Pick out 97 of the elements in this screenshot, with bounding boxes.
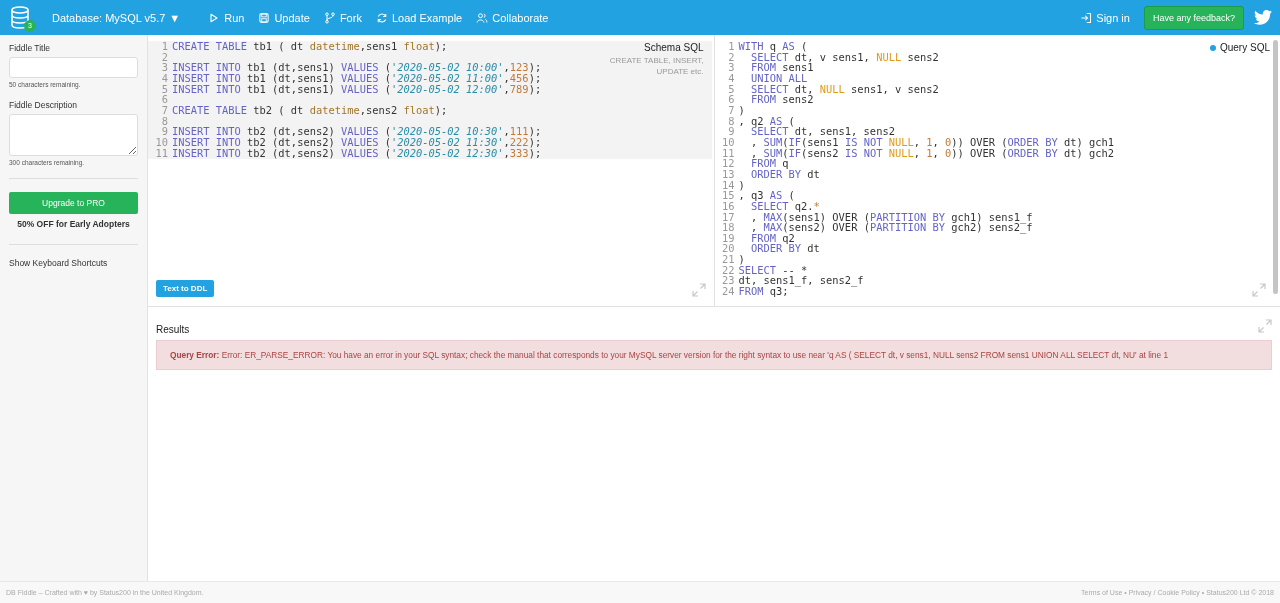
run-button[interactable]: Run (208, 11, 245, 24)
code-line: CREATE TABLE tb2 ( dt datetime,sens2 float); (172, 104, 448, 116)
line-number: 1 (160, 41, 169, 52)
code-line: INSERT INTO tb1 (dt,sens1) VALUES ('2020-05-02 10:00',123); (172, 62, 542, 73)
line-number: 13 (721, 168, 736, 180)
line-number: 9 (727, 126, 736, 137)
code-line: INSERT INTO tb1 (dt,sens1) VALUES ('2020-05-02 12:00',789); (172, 83, 542, 95)
line-number: 6 (727, 94, 736, 105)
code-line: , q2 AS ( (738, 115, 795, 127)
line-number: 22 (721, 264, 736, 276)
line-number: 24 (721, 286, 736, 297)
code-line: , SUM(IF(sens1 IS NOT NULL, 1, 0)) OVER (ORDER BY dt) gch1 (750, 136, 1114, 148)
code-line: dt, sens1_f, sens2_f (738, 275, 864, 287)
title-input-field[interactable] (9, 57, 138, 78)
line-number: 14 (721, 179, 736, 191)
code-line: ORDER BY dt (750, 243, 820, 255)
code-line: , SUM(IF(sens2 IS NOT NULL, 1, 0)) OVER (ORDER BY dt) gch2 (750, 147, 1114, 159)
bird-icon[interactable] (1254, 10, 1272, 25)
update-icon (258, 11, 271, 24)
code-line: WITH q AS ( (738, 41, 808, 52)
field-label: Fiddle Description (9, 100, 79, 110)
line-number: 21 (721, 254, 736, 265)
code-line: ) (738, 179, 745, 191)
line-number: 8 (727, 115, 736, 127)
sign-in-icon (1080, 11, 1093, 24)
code-line: ) (738, 254, 745, 265)
line-number: 5 (727, 83, 736, 95)
code-line: , MAX(sens2) OVER (PARTITION BY gch2) sens2_f (750, 222, 1033, 233)
code-line: , q3 AS ( (738, 190, 795, 201)
code-line: ORDER BY dt (750, 168, 820, 180)
code-line: SELECT -- * (738, 264, 808, 276)
code-line: INSERT INTO tb2 (dt,sens2) VALUES ('2020-05-02 11:30',222); (172, 136, 542, 148)
load-button[interactable]: Load Example (375, 11, 463, 24)
line-number: 19 (721, 232, 736, 244)
line-number: 17 (721, 211, 736, 223)
line-number: 7 (160, 104, 169, 116)
sign-in-button[interactable]: Sign in (1080, 11, 1130, 24)
fork-icon (323, 11, 336, 24)
scrollbar[interactable] (1273, 40, 1278, 294)
code-line: SELECT dt, NULL sens1, v sens2 (750, 83, 939, 95)
line-number: 10 (721, 136, 736, 148)
database-dropdown[interactable]: Database: MySQL v5.7 ▼ (52, 11, 181, 24)
code-line: FROM q3; (738, 286, 789, 297)
line-number: 4 (160, 72, 169, 84)
expand-icon[interactable] (691, 283, 706, 297)
field-label: Fiddle Title (9, 43, 52, 53)
code-line: FROM q2 (750, 232, 795, 244)
code-line: INSERT INTO tb1 (dt,sens1) VALUES ('2020-05-02 11:00',456); (172, 72, 542, 84)
line-number: 2 (727, 51, 736, 63)
code-line: UNION ALL (750, 72, 808, 84)
line-number: 7 (727, 104, 736, 116)
line-number: 11 (721, 147, 736, 159)
line-number: 23 (721, 275, 736, 287)
line-number: 1 (727, 41, 736, 52)
line-number: 12 (721, 158, 736, 169)
line-number: 11 (154, 147, 169, 159)
line-number: 20 (721, 243, 736, 255)
line-number: 18 (721, 222, 736, 233)
code-line: FROM sens2 (750, 94, 814, 105)
pane-hint: CREATE TABLE, INSERT, UPDATE etc. (608, 55, 704, 77)
collaborate-icon (476, 11, 489, 24)
shortcuts-link[interactable]: Show Keyboard Shortcuts (9, 258, 138, 268)
code-line: ) (738, 104, 745, 116)
error-message: Query Error: Error: ER_PARSE_ERROR: You have an error in your SQL syntax; check the manual that corresponds to your MySQL server version for the right syntax to use near 'q AS ( SELECT dt, v sens1, NULL sens2 FROM sens1 UNION ALL SELECT dt, NU' at line 1 (156, 340, 1272, 370)
load-icon (375, 11, 388, 24)
expand-icon[interactable] (1258, 319, 1272, 333)
code-line: , MAX(sens1) OVER (PARTITION BY gch1) sens1_f (750, 211, 1033, 223)
line-number: 2 (160, 51, 169, 63)
pane-title: Schema SQL (644, 42, 704, 53)
fork-button[interactable]: Fork (323, 11, 362, 24)
expand-icon[interactable] (1252, 283, 1266, 297)
status-dot (1209, 44, 1216, 51)
line-number: 3 (160, 62, 169, 73)
code-line: FROM sens1 (750, 62, 814, 73)
description-input-field[interactable] (9, 114, 138, 156)
code-line: SELECT dt, sens1, sens2 (750, 126, 895, 137)
code-line: FROM q (750, 158, 789, 169)
offer-text: 50% OFF for Early Adopters (16, 219, 131, 229)
pane-title: Query SQL (1219, 42, 1270, 53)
update-button[interactable]: Update (258, 11, 310, 24)
text-to-ddl-button[interactable]: Text to DDL (156, 280, 215, 297)
upgrade-button[interactable]: Upgrade to PRO (9, 192, 138, 214)
code-line: INSERT INTO tb2 (dt,sens2) VALUES ('2020-05-02 10:30',111); (172, 126, 542, 137)
results-title: Results (156, 324, 190, 335)
code-line: CREATE TABLE tb1 ( dt datetime,sens1 float); (172, 41, 448, 52)
line-number: 10 (154, 136, 169, 148)
line-number: 4 (727, 72, 736, 84)
collaborate-button[interactable]: Collaborate (476, 11, 549, 24)
code-line: INSERT INTO tb2 (dt,sens2) VALUES ('2020-05-02 12:30',333); (172, 147, 542, 159)
line-number: 15 (721, 190, 736, 201)
line-number: 9 (160, 126, 169, 137)
line-number: 6 (160, 94, 169, 105)
line-number: 8 (160, 115, 169, 127)
line-number: 16 (721, 200, 736, 212)
line-number: 5 (160, 83, 169, 95)
line-number: 3 (727, 62, 736, 73)
feedback-button[interactable]: Have any feedback? (1143, 5, 1244, 30)
